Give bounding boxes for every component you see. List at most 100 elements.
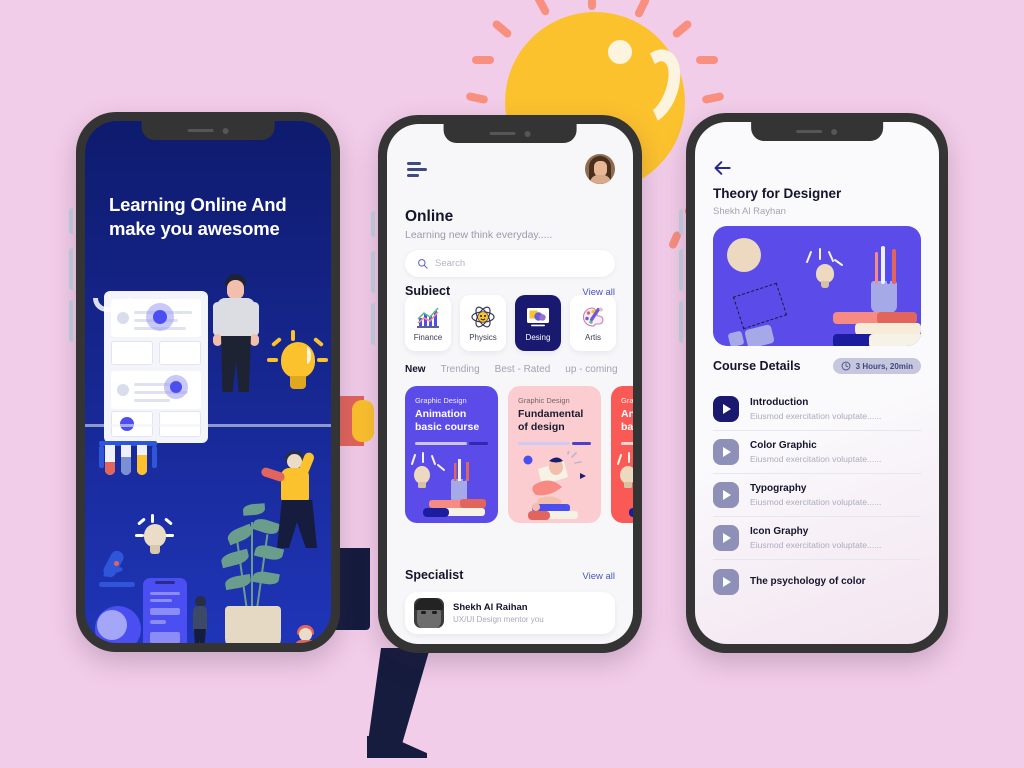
bar-chart-icon bbox=[415, 305, 441, 329]
phone2-notch bbox=[443, 124, 577, 143]
mockup-canvas: Learning Online And make you awesome Onl… bbox=[0, 0, 1024, 768]
phone-course-details: Theory for Designer Shekh Al Rayhan Cour… bbox=[679, 113, 948, 653]
back-arrow-icon[interactable] bbox=[713, 158, 733, 178]
decorative-circle-highlight bbox=[97, 610, 127, 640]
course-title: Animation basic course bbox=[621, 408, 633, 434]
monitor-design-icon bbox=[525, 305, 551, 329]
lesson-subtitle: Eiusmod exercitation voluptate...... bbox=[750, 540, 882, 550]
user-avatar[interactable] bbox=[585, 154, 615, 184]
course-card-illustration bbox=[405, 451, 498, 523]
kid-pencil-illustration bbox=[287, 625, 331, 643]
phone-home: Online Learning new think everyday..... … bbox=[371, 115, 642, 653]
subject-list: Finance Physics Desing Artis bbox=[405, 295, 633, 351]
lesson-title: Color Graphic bbox=[750, 440, 817, 451]
phone1-notch bbox=[141, 121, 275, 140]
course-card-list: Graphic Design Animation basic course Gr… bbox=[405, 386, 633, 523]
headline-line-1: Learning Online And bbox=[109, 194, 287, 215]
phone-mockup-illustration bbox=[143, 578, 187, 643]
phone2-screen: Online Learning new think everyday..... … bbox=[387, 124, 633, 644]
lesson-title: Icon Graphy bbox=[750, 526, 809, 537]
search-placeholder: Search bbox=[435, 258, 466, 269]
lesson-subtitle: Eiusmod exercitation voluptate...... bbox=[750, 454, 882, 464]
subject-label: Physics bbox=[469, 332, 497, 342]
subject-label: Artis bbox=[585, 332, 601, 342]
onboarding-illustration bbox=[85, 274, 331, 643]
lesson-item[interactable]: Color Graphic Eiusmod exercitation volup… bbox=[713, 431, 921, 474]
tab-best-rated[interactable]: Best - Rated bbox=[495, 364, 551, 375]
onboarding-headline: Learning Online And make you awesome bbox=[109, 193, 319, 241]
lesson-item[interactable]: Introduction Eiusmod exercitation volupt… bbox=[713, 388, 921, 431]
course-progress-bar bbox=[415, 442, 488, 445]
subject-item-physics[interactable]: Physics bbox=[460, 295, 506, 351]
lesson-title: Typography bbox=[750, 483, 807, 494]
subject-item-desing[interactable]: Desing bbox=[515, 295, 561, 351]
play-icon[interactable] bbox=[713, 482, 739, 508]
standing-man-illustration bbox=[213, 274, 261, 392]
play-icon[interactable] bbox=[713, 396, 739, 422]
microscope-illustration bbox=[97, 548, 145, 596]
course-title: Fundamental of design bbox=[518, 408, 584, 434]
page-subtitle: Learning new think everyday..... bbox=[405, 229, 553, 241]
search-icon bbox=[418, 259, 428, 269]
search-input[interactable]: Search bbox=[405, 250, 615, 277]
play-icon[interactable] bbox=[713, 568, 739, 595]
specialist-photo bbox=[414, 598, 444, 628]
course-card[interactable]: Graphic Design Fundamental of design bbox=[508, 386, 601, 523]
tab-trending[interactable]: Trending bbox=[441, 364, 480, 375]
duration-text: 3 Hours, 20min bbox=[855, 361, 913, 371]
course-card-illustration bbox=[508, 448, 601, 523]
subject-label: Desing bbox=[525, 332, 551, 342]
lesson-item[interactable]: Icon Graphy Eiusmod exercitation volupta… bbox=[713, 517, 921, 560]
phone1-screen: Learning Online And make you awesome bbox=[85, 121, 331, 643]
clock-icon bbox=[841, 361, 851, 371]
phone3-notch bbox=[751, 122, 883, 141]
course-category: Graphic Design bbox=[621, 396, 633, 405]
course-title: Animation basic course bbox=[415, 408, 480, 434]
lesson-list: Introduction Eiusmod exercitation volupt… bbox=[713, 388, 921, 603]
leg-illustration bbox=[362, 648, 452, 758]
course-category: Graphic Design bbox=[415, 396, 467, 405]
course-progress-bar bbox=[518, 442, 591, 445]
hand-thumb bbox=[352, 400, 374, 442]
specialist-role: UX/UI Design mentor you bbox=[453, 615, 544, 624]
tab-up-coming[interactable]: up - coming bbox=[565, 364, 617, 375]
specialist-section-title: Specialist bbox=[405, 568, 464, 582]
subject-item-artis[interactable]: Artis bbox=[570, 295, 616, 351]
subject-item-finance[interactable]: Finance bbox=[405, 295, 451, 351]
lesson-title: Introduction bbox=[750, 397, 809, 408]
headline-line-2: make you awesome bbox=[109, 218, 280, 240]
page-title: Online bbox=[405, 208, 454, 225]
course-title: Theory for Designer bbox=[713, 186, 842, 201]
specialist-section-header: Specialist View all bbox=[405, 568, 615, 582]
lesson-item[interactable]: The psychology of color bbox=[713, 560, 921, 603]
course-filter-tabs: New Trending Best - Rated up - coming bbox=[405, 364, 633, 375]
palette-brush-icon bbox=[580, 305, 606, 329]
course-details-title: Course Details bbox=[713, 359, 801, 373]
course-category: Graphic Design bbox=[518, 396, 570, 405]
course-details-header: Course Details 3 Hours, 20min bbox=[713, 358, 921, 374]
lesson-item[interactable]: Typography Eiusmod exercitation voluptat… bbox=[713, 474, 921, 517]
subject-label: Finance bbox=[413, 332, 443, 342]
duration-badge: 3 Hours, 20min bbox=[832, 358, 921, 374]
lesson-subtitle: Eiusmod exercitation voluptate...... bbox=[750, 497, 882, 507]
specialist-view-all-link[interactable]: View all bbox=[582, 571, 615, 582]
course-author: Shekh Al Rayhan bbox=[713, 206, 786, 217]
play-icon[interactable] bbox=[713, 439, 739, 465]
phone3-screen: Theory for Designer Shekh Al Rayhan Cour… bbox=[695, 122, 939, 644]
course-card[interactable]: Graphic Design Animation basic course bbox=[405, 386, 498, 523]
lesson-subtitle: Eiusmod exercitation voluptate...... bbox=[750, 411, 882, 421]
tab-new[interactable]: New bbox=[405, 364, 426, 375]
dancing-person-illustration bbox=[260, 451, 331, 560]
course-card[interactable]: Graphic Design Animation basic course bbox=[611, 386, 633, 523]
test-tube-illustration bbox=[99, 441, 157, 483]
course-card-illustration bbox=[611, 451, 633, 523]
hamburger-menu-icon[interactable] bbox=[407, 162, 427, 180]
dashboard-mockup-card bbox=[104, 291, 208, 443]
specialist-card[interactable]: Shekh Al Raihan UX/UI Design mentor you bbox=[405, 592, 615, 634]
course-progress-bar bbox=[621, 442, 633, 445]
play-icon[interactable] bbox=[713, 525, 739, 551]
idea-bulb-illustration bbox=[267, 330, 328, 404]
lesson-title: The psychology of color bbox=[750, 576, 866, 587]
atom-icon bbox=[470, 305, 496, 329]
course-hero-illustration bbox=[713, 226, 921, 346]
